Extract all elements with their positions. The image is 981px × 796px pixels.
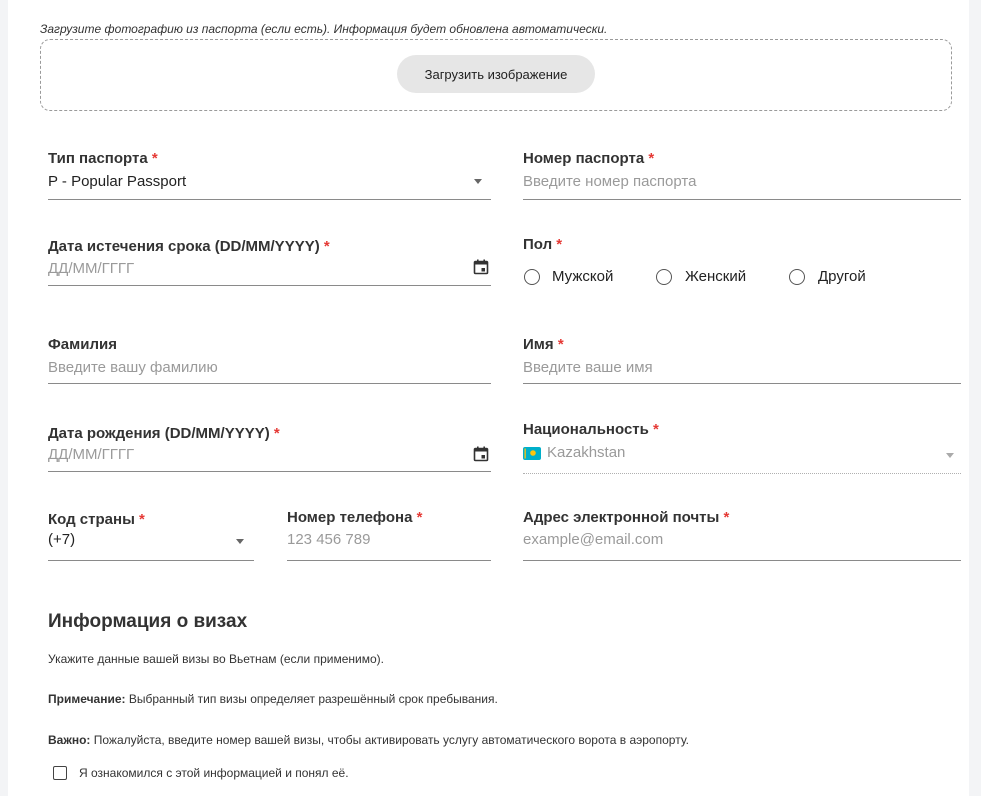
gender-option-label: Мужской — [552, 268, 614, 285]
calendar-icon[interactable] — [473, 259, 489, 275]
nationality-underline — [523, 473, 961, 474]
last-name-label: Фамилия — [48, 336, 117, 353]
required-mark: * — [723, 509, 730, 526]
required-mark: * — [557, 336, 564, 353]
gender-radio-male[interactable] — [524, 269, 540, 285]
passport-number-underline — [523, 199, 961, 200]
chevron-down-icon[interactable] — [236, 539, 244, 544]
birth-date-underline — [48, 471, 491, 472]
passport-number-input[interactable]: Введите номер паспорта — [523, 173, 696, 190]
phone-label: Номер телефона * — [287, 509, 423, 526]
expiry-date-input[interactable]: ДД/ММ/ГГГГ — [48, 260, 134, 277]
visa-note-text: Примечание: Выбранный тип визы определяе… — [48, 692, 498, 706]
gender-option-label: Женский — [685, 268, 747, 285]
required-mark: * — [139, 511, 145, 528]
phone-underline — [287, 560, 491, 561]
required-mark: * — [323, 238, 330, 255]
kazakhstan-flag-icon — [523, 447, 541, 460]
gender-radio-female[interactable] — [656, 269, 672, 285]
expiry-date-label: Дата истечения срока (DD/MM/YYYY) * — [48, 238, 330, 255]
country-code-underline — [48, 560, 254, 561]
gender-radio-other[interactable] — [789, 269, 805, 285]
passport-type-label: Тип паспорта * — [48, 150, 158, 167]
birth-date-label: Дата рождения (DD/MM/YYYY) * — [48, 425, 280, 442]
upload-hint: Загрузите фотографию из паспорта (если е… — [40, 22, 608, 36]
required-mark: * — [416, 509, 423, 526]
last-name-underline — [48, 383, 491, 384]
nationality-label: Национальность * — [523, 421, 659, 438]
visa-important-text: Важно: Пожалуйста, введите номер вашей в… — [48, 733, 689, 747]
required-mark: * — [648, 150, 655, 167]
gender-option-label: Другой — [818, 268, 866, 285]
passport-number-label: Номер паспорта * — [523, 150, 655, 167]
phone-input[interactable]: 123 456 789 — [287, 531, 370, 548]
nationality-select[interactable]: Kazakhstan — [547, 444, 625, 461]
upload-image-button[interactable]: Загрузить изображение — [397, 55, 595, 93]
first-name-input[interactable]: Введите ваше имя — [523, 359, 653, 376]
birth-date-input[interactable]: ДД/ММ/ГГГГ — [48, 446, 134, 463]
country-code-select[interactable]: (+7) — [48, 531, 75, 548]
calendar-icon[interactable] — [473, 446, 489, 462]
country-code-label: Код страны * — [48, 511, 145, 528]
first-name-underline — [523, 383, 961, 384]
passport-type-underline — [48, 199, 491, 200]
email-underline — [523, 560, 961, 561]
acknowledge-checkbox[interactable] — [53, 766, 67, 780]
passport-type-select[interactable]: P - Popular Passport — [48, 173, 186, 190]
email-input[interactable]: example@email.com — [523, 531, 663, 548]
email-label: Адрес электронной почты * — [523, 509, 730, 526]
visa-intro-text: Укажите данные вашей визы во Вьетнам (ес… — [48, 652, 384, 666]
form-card — [8, 0, 969, 796]
gender-label: Пол * — [523, 236, 563, 253]
required-mark: * — [556, 236, 563, 253]
required-mark: * — [273, 425, 280, 442]
last-name-input[interactable]: Введите вашу фамилию — [48, 359, 218, 376]
first-name-label: Имя * — [523, 336, 564, 353]
acknowledge-label: Я ознакомился с этой информацией и понял… — [79, 766, 349, 780]
visa-section-title: Информация о визах — [48, 611, 248, 632]
expiry-date-underline — [48, 285, 491, 286]
required-mark: * — [653, 421, 659, 438]
required-mark: * — [151, 150, 158, 167]
chevron-down-icon[interactable] — [474, 179, 482, 184]
chevron-down-icon[interactable] — [946, 453, 954, 458]
